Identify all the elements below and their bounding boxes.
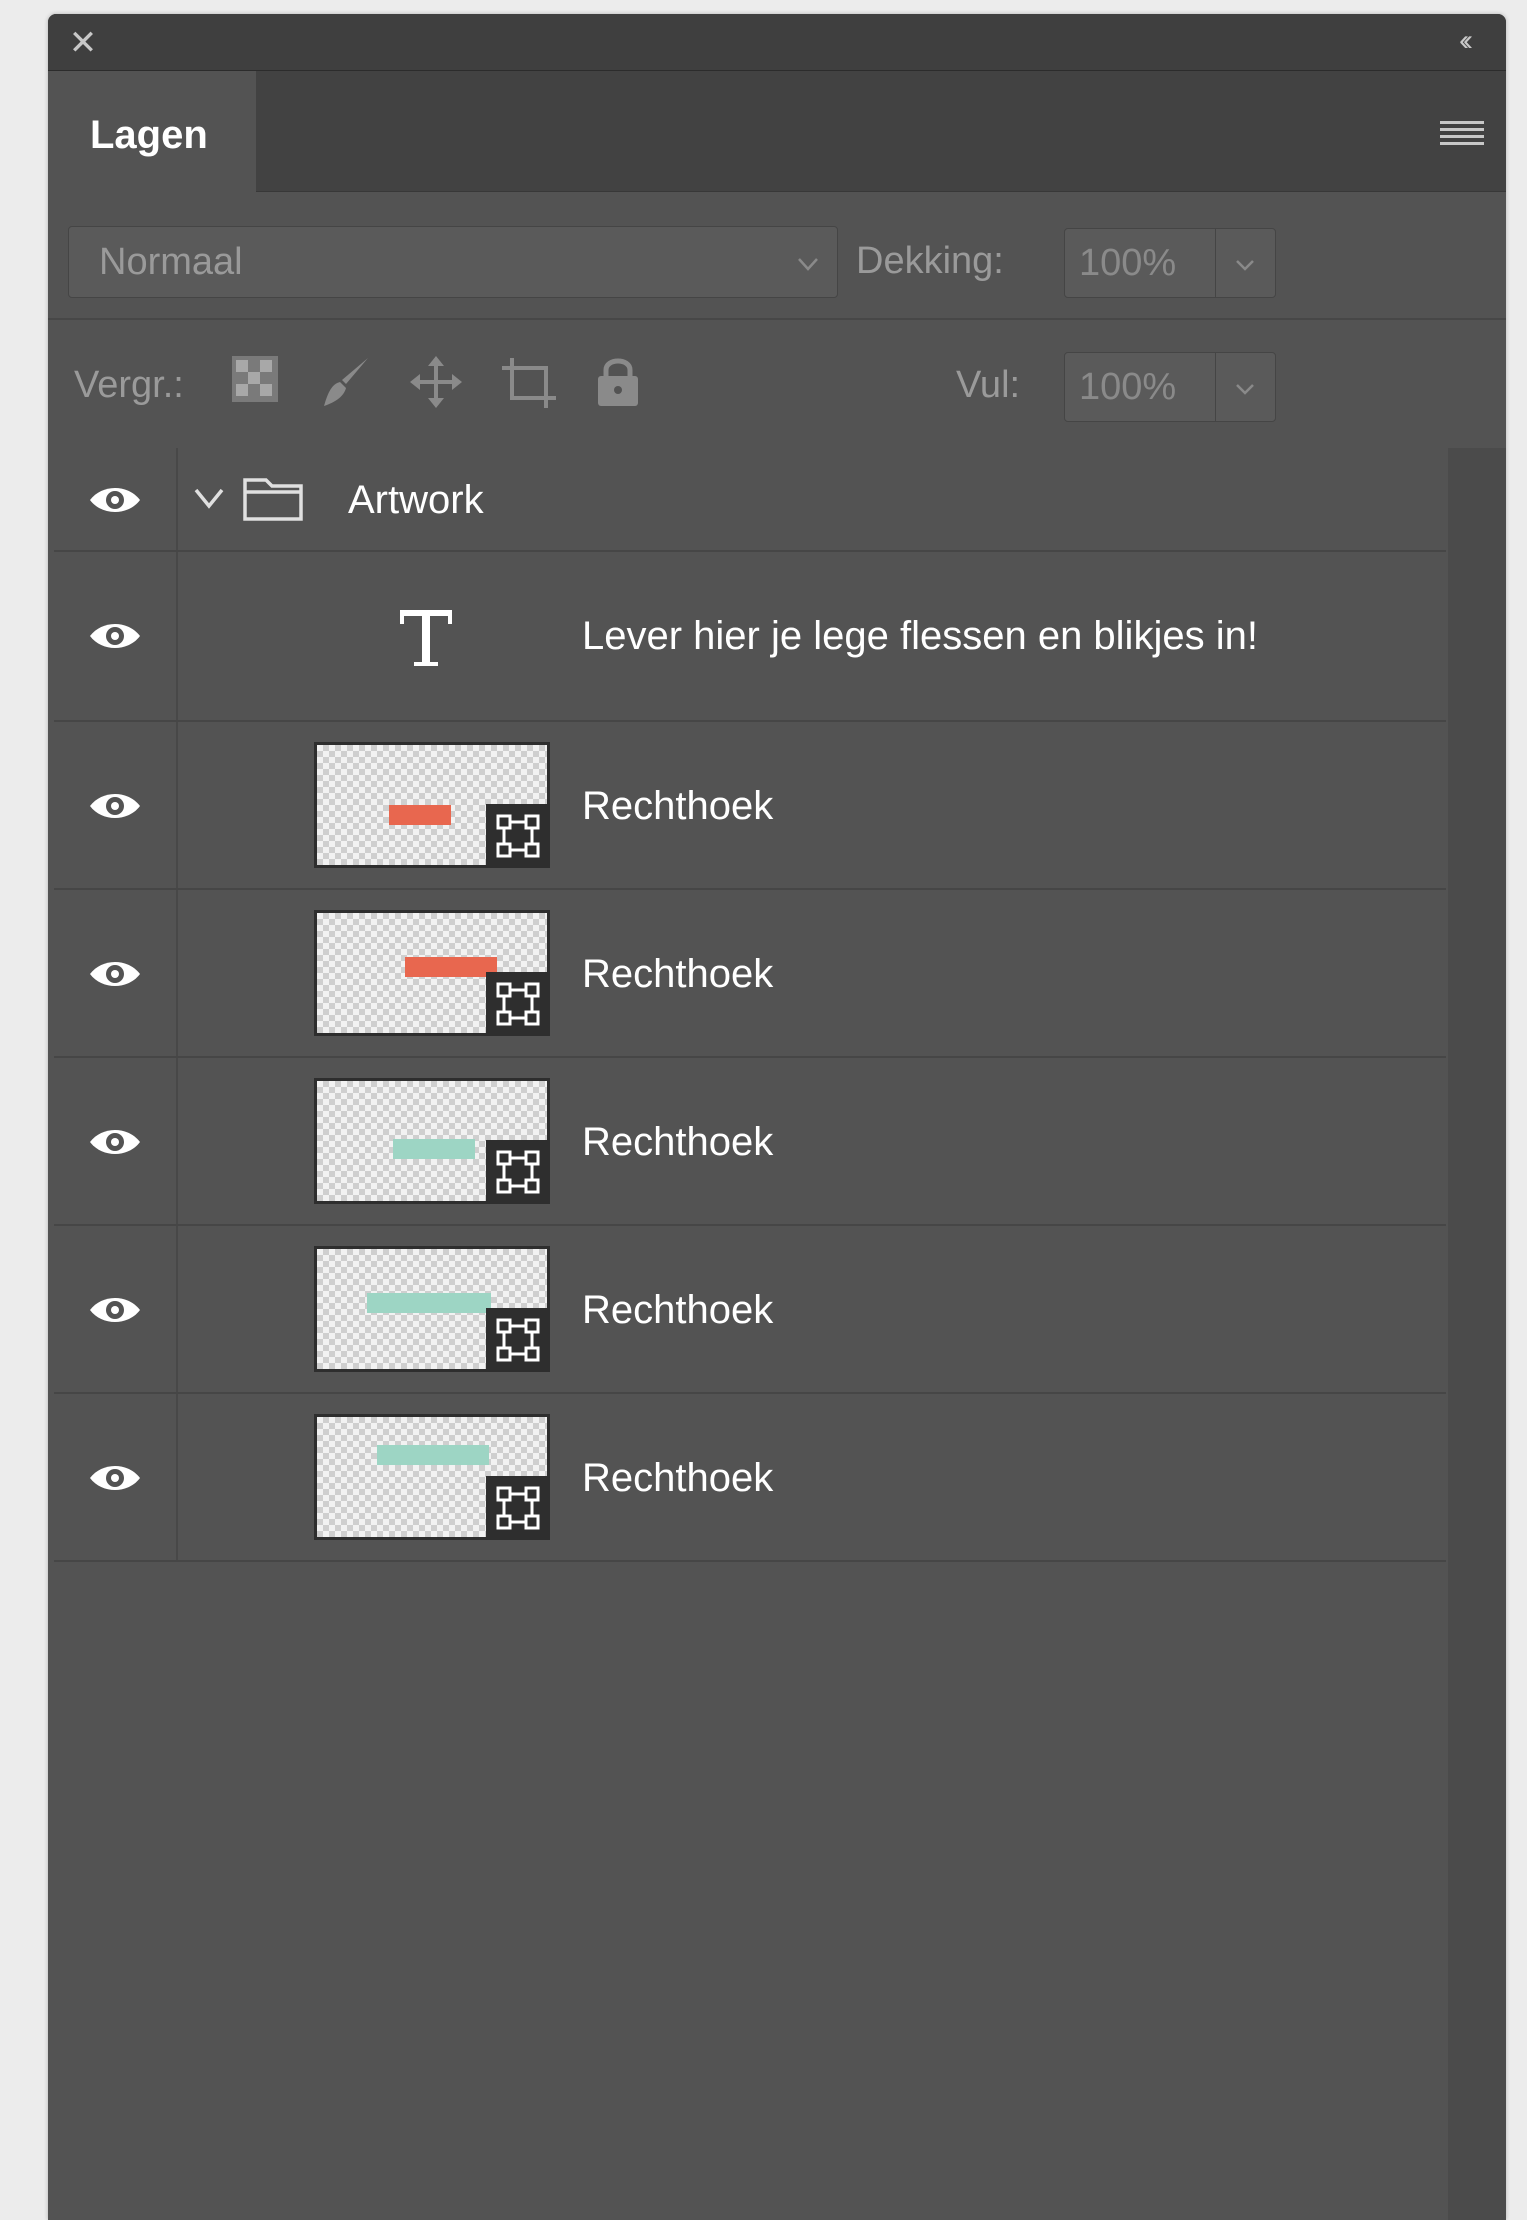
vector-shape-icon xyxy=(496,814,540,858)
lock-transparency-icon[interactable] xyxy=(230,354,280,404)
shape-badge xyxy=(486,972,550,1036)
double-chevron-left-icon[interactable]: ‹‹ xyxy=(1442,24,1484,58)
layer-thumbnail xyxy=(314,910,550,1036)
eye-icon[interactable] xyxy=(88,1460,142,1496)
panel-titlebar: ✕ ‹‹ xyxy=(48,14,1506,71)
shape-preview xyxy=(367,1293,491,1313)
lock-label: Vergr.: xyxy=(74,364,184,406)
blend-mode-select[interactable]: Normaal xyxy=(68,226,838,298)
visibility-toggle[interactable] xyxy=(54,722,178,888)
layer-thumbnail xyxy=(314,1414,550,1540)
field-separator xyxy=(1215,229,1216,297)
tab-bar: Lagen xyxy=(48,71,1506,192)
layer-shape[interactable]: Rechthoek xyxy=(54,1058,1446,1226)
shape-preview xyxy=(405,957,497,977)
chevron-down-icon[interactable] xyxy=(1231,251,1259,279)
visibility-toggle[interactable] xyxy=(54,1058,178,1224)
fill-value: 100% xyxy=(1079,366,1177,408)
layer-options: Normaal Dekking: 100% Vergr.: Vul: 100% xyxy=(48,192,1506,422)
chevron-down-icon[interactable] xyxy=(1231,375,1259,403)
shape-badge xyxy=(486,1308,550,1372)
shape-badge xyxy=(486,1476,550,1540)
vector-shape-icon xyxy=(496,1150,540,1194)
layer-name: Artwork xyxy=(348,478,484,522)
layer-thumbnail xyxy=(314,1246,550,1372)
vector-shape-icon xyxy=(496,1318,540,1362)
chevron-down-icon[interactable] xyxy=(192,484,226,512)
blend-mode-value: Normaal xyxy=(99,241,243,283)
options-divider xyxy=(48,318,1506,320)
eye-icon[interactable] xyxy=(88,788,142,824)
layer-group-artwork[interactable]: Artwork xyxy=(54,448,1446,552)
layer-shape[interactable]: Rechthoek xyxy=(54,722,1446,890)
fill-field[interactable]: 100% xyxy=(1064,352,1276,422)
shape-preview xyxy=(393,1139,475,1159)
layer-shape[interactable]: Rechthoek xyxy=(54,1394,1446,1562)
layer-name: Rechthoek xyxy=(582,952,774,996)
shape-preview xyxy=(389,805,451,825)
text-type-icon xyxy=(400,610,452,666)
eye-icon[interactable] xyxy=(88,482,142,518)
tab-label: Lagen xyxy=(90,113,208,157)
layer-shape[interactable]: Rechthoek xyxy=(54,890,1446,1058)
layers-list: Artwork Lever hier je lege flessen en bl… xyxy=(54,448,1446,1578)
lock-all-icon[interactable] xyxy=(594,354,642,408)
layer-name: Rechthoek xyxy=(582,784,774,828)
visibility-toggle[interactable] xyxy=(54,890,178,1056)
layer-name: Rechthoek xyxy=(582,1456,774,1500)
layer-name: Lever hier je lege flessen en blikjes in… xyxy=(582,614,1258,658)
layer-thumbnail xyxy=(314,1078,550,1204)
lock-artboard-icon[interactable] xyxy=(498,354,560,410)
shape-badge xyxy=(486,804,550,868)
close-icon[interactable]: ✕ xyxy=(66,26,100,60)
opacity-value: 100% xyxy=(1079,242,1177,284)
layer-shape[interactable]: Rechthoek xyxy=(54,1226,1446,1394)
vector-shape-icon xyxy=(496,982,540,1026)
lock-position-icon[interactable] xyxy=(408,354,464,410)
visibility-toggle[interactable] xyxy=(54,448,178,550)
visibility-toggle[interactable] xyxy=(54,552,178,720)
hamburger-menu-icon[interactable] xyxy=(1440,119,1484,149)
eye-icon[interactable] xyxy=(88,618,142,654)
fill-label: Vul: xyxy=(956,364,1021,406)
eye-icon[interactable] xyxy=(88,1124,142,1160)
lock-paint-icon[interactable] xyxy=(318,354,374,410)
chevron-down-icon xyxy=(798,258,818,271)
field-separator xyxy=(1215,353,1216,421)
opacity-label: Dekking: xyxy=(856,240,1004,282)
layers-scrollbar[interactable] xyxy=(1448,448,1506,2220)
visibility-toggle[interactable] xyxy=(54,1394,178,1560)
layers-panel: ✕ ‹‹ Lagen Normaal Dekking: 100% Vergr.:… xyxy=(48,14,1506,2220)
eye-icon[interactable] xyxy=(88,1292,142,1328)
layer-thumbnail xyxy=(314,742,550,868)
vector-shape-icon xyxy=(496,1486,540,1530)
folder-icon xyxy=(243,478,303,521)
shape-badge xyxy=(486,1140,550,1204)
tab-lagen[interactable]: Lagen xyxy=(48,71,256,192)
layer-text[interactable]: Lever hier je lege flessen en blikjes in… xyxy=(54,552,1446,722)
opacity-field[interactable]: 100% xyxy=(1064,228,1276,298)
layer-name: Rechthoek xyxy=(582,1288,774,1332)
shape-preview xyxy=(377,1445,489,1465)
visibility-toggle[interactable] xyxy=(54,1226,178,1392)
eye-icon[interactable] xyxy=(88,956,142,992)
layer-name: Rechthoek xyxy=(582,1120,774,1164)
